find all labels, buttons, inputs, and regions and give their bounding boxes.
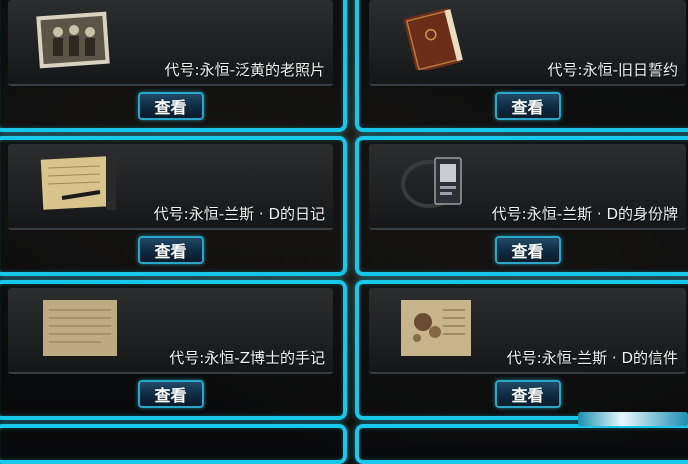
collection-card-partial[interactable] xyxy=(355,424,688,464)
id-badge-icon xyxy=(401,157,462,208)
item-title: 代号:永恒-泛黄的老照片 xyxy=(164,61,325,79)
collection-card-letter[interactable]: 代号:永恒-兰斯 · D的信件 查看 xyxy=(355,280,688,420)
scroll-indicator[interactable] xyxy=(578,412,688,426)
item-title: 代号:永恒-兰斯 · D的日记 xyxy=(153,205,325,223)
collection-card-partial[interactable] xyxy=(0,424,347,464)
note-paper-icon xyxy=(43,300,117,356)
old-book-icon xyxy=(403,8,463,70)
item-title: 代号:永恒-兰斯 · D的身份牌 xyxy=(491,205,678,223)
view-button[interactable]: 查看 xyxy=(494,236,561,264)
diary-icon xyxy=(40,156,116,210)
card-panel: 代号:永恒-兰斯 · D的日记 xyxy=(8,144,333,230)
collection-card-dr-z-note[interactable]: 代号:永恒-Z博士的手记 查看 xyxy=(0,280,347,420)
card-panel: 代号:永恒-兰斯 · D的信件 xyxy=(369,288,686,374)
collection-card-id-badge[interactable]: 代号:永恒-兰斯 · D的身份牌 查看 xyxy=(355,136,688,276)
collection-card-diary[interactable]: 代号:永恒-兰斯 · D的日记 查看 xyxy=(0,136,347,276)
card-panel: 代号:永恒-Z博士的手记 xyxy=(8,288,333,374)
collection-card-old-vow[interactable]: 代号:永恒-旧日誓约 查看 xyxy=(355,0,688,132)
item-title: 代号:永恒-兰斯 · D的信件 xyxy=(506,349,678,367)
view-button[interactable]: 查看 xyxy=(137,92,204,120)
view-button[interactable]: 查看 xyxy=(137,236,204,264)
view-button[interactable]: 查看 xyxy=(137,380,204,408)
item-title: 代号:永恒-旧日誓约 xyxy=(547,61,678,79)
letter-icon xyxy=(401,300,471,356)
card-panel: 代号:永恒-兰斯 · D的身份牌 xyxy=(369,144,686,230)
card-panel: 代号:永恒-泛黄的老照片 xyxy=(8,0,333,86)
view-button[interactable]: 查看 xyxy=(494,92,561,120)
collection-card-old-photo[interactable]: 代号:永恒-泛黄的老照片 查看 xyxy=(0,0,347,132)
card-panel: 代号:永恒-旧日誓约 xyxy=(369,0,686,86)
item-title: 代号:永恒-Z博士的手记 xyxy=(169,349,325,367)
view-button[interactable]: 查看 xyxy=(494,380,561,408)
old-photo-icon xyxy=(36,11,110,69)
